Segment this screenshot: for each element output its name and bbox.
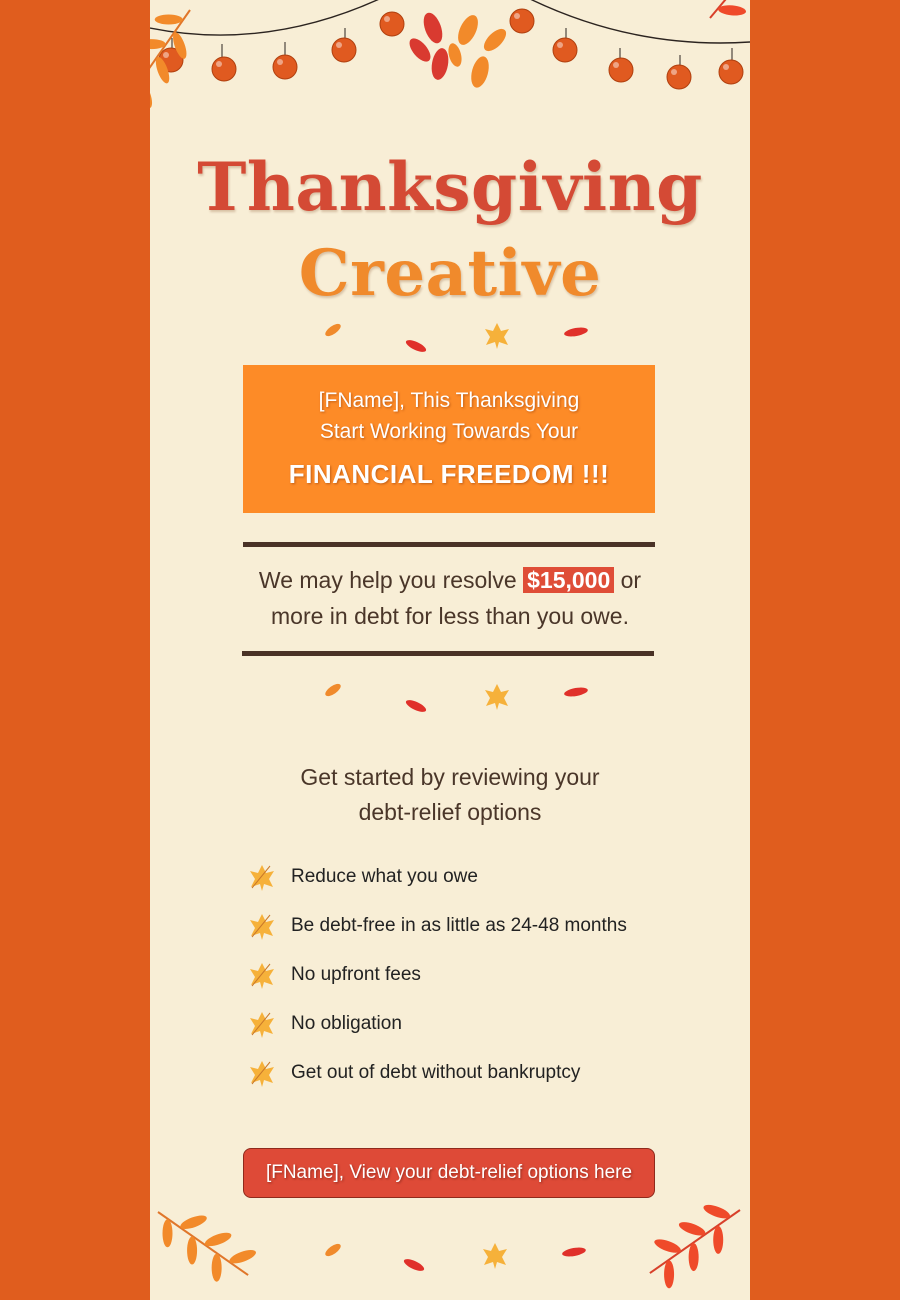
list-item-label: No upfront fees (291, 964, 421, 985)
maple-leaf-bullet-icon (250, 963, 274, 989)
list-item: Reduce what you owe (248, 860, 668, 909)
berry-garland-icon (150, 0, 750, 109)
divider-top (243, 542, 655, 547)
falling-leaf-icon (325, 683, 588, 712)
autumn-branch-icon (157, 1204, 741, 1289)
benefits-list: Reduce what you owe Be debt-free in as l… (248, 860, 668, 1105)
list-item: Be debt-free in as little as 24-48 month… (248, 909, 668, 958)
debt-message: We may help you resolve $15,000 or more … (210, 562, 690, 634)
debt-message-lead: We may help you resolve (258, 567, 517, 593)
promo-line-1: [FName], This Thanksgiving (318, 389, 580, 412)
falling-leaf-icon (325, 323, 588, 352)
title-line-2: Creative (298, 236, 602, 311)
get-started-line-2: debt-relief options (358, 799, 542, 825)
divider-bottom (242, 651, 654, 656)
debt-message-or: or (620, 567, 642, 593)
list-item: Get out of debt without bankruptcy (248, 1056, 668, 1105)
get-started-heading: Get started by reviewing your debt-relie… (210, 760, 690, 830)
promo-headline: FINANCIAL FREEDOM !!! (288, 459, 610, 489)
list-item-label: Reduce what you owe (291, 866, 478, 887)
promo-banner: [FName], This Thanksgiving Start Working… (243, 365, 655, 513)
promo-line-2: Start Working Towards Your (319, 420, 579, 443)
list-item-label: Be debt-free in as little as 24-48 month… (291, 915, 627, 936)
list-item-label: No obligation (291, 1013, 402, 1034)
maple-leaf-bullet-icon (250, 865, 274, 891)
maple-leaf-bullet-icon (250, 914, 274, 940)
view-options-button[interactable]: [FName], View your debt-relief options h… (243, 1148, 655, 1198)
debt-amount-highlight: $15,000 (523, 567, 615, 593)
title-line-1: Thanksgiving (197, 148, 703, 226)
list-item: No obligation (248, 1007, 668, 1056)
maple-leaf-bullet-icon (250, 1061, 274, 1087)
email-card: Thanksgiving Creative [FName], This Than… (150, 0, 750, 1300)
get-started-line-1: Get started by reviewing your (300, 764, 600, 790)
debt-message-line-2: more in debt for less than you owe. (271, 603, 629, 629)
maple-leaf-bullet-icon (250, 1012, 274, 1038)
list-item: No upfront fees (248, 958, 668, 1007)
list-item-label: Get out of debt without bankruptcy (291, 1062, 581, 1083)
